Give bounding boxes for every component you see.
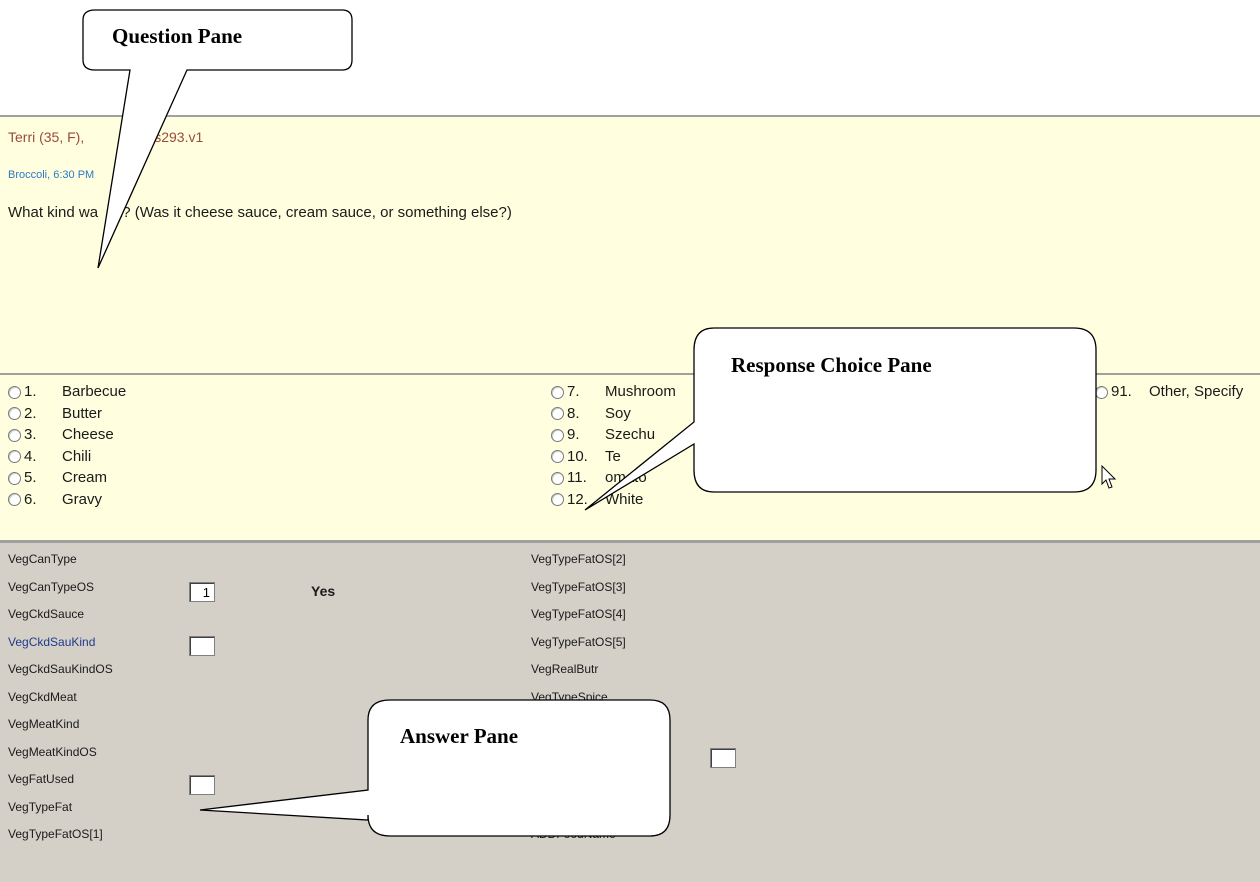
- response-choice-callout-label: Response Choice Pane: [731, 353, 932, 377]
- answer-pane-callout-bubble: [199, 699, 671, 837]
- mouse-pointer-icon: [1101, 465, 1117, 489]
- answer-pane-callout-label: Answer Pane: [400, 724, 519, 748]
- question-pane-callout-label: Question Pane: [112, 24, 243, 48]
- callout-overlay: [82, 9, 1097, 837]
